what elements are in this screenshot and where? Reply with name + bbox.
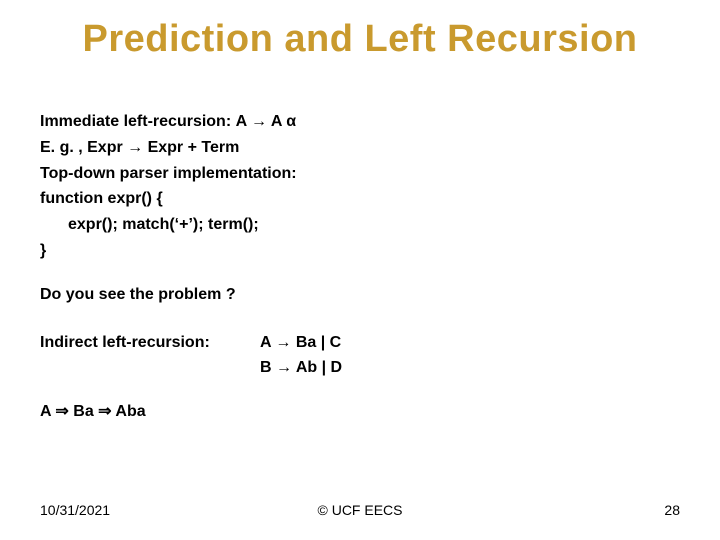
slide-body: Immediate left-recursion: A → A α E. g. … <box>40 110 680 426</box>
indirect-row: Indirect left-recursion: A → Ba | C B → … <box>40 331 680 383</box>
slide-footer: 10/31/2021 © UCF EECS 28 <box>40 502 680 518</box>
line-question: Do you see the problem ? <box>40 283 680 308</box>
derivation: A ⇒ Ba ⇒ Aba <box>40 400 680 425</box>
line-func-body: expr(); match(‘+’); term(); <box>40 213 680 238</box>
line-immediate-lr-rule: A → A α <box>236 113 297 130</box>
rule-a: A → Ba | C <box>260 331 680 356</box>
line-topdown: Top-down parser implementation: <box>40 162 680 187</box>
rule-b: B → Ab | D <box>260 356 680 381</box>
line-immediate-lr-text: Immediate left-recursion: <box>40 113 236 130</box>
indirect-rules: A → Ba | C B → Ab | D <box>260 331 680 383</box>
spacer <box>40 382 680 400</box>
spacer <box>40 265 680 283</box>
slide-title: Prediction and Left Recursion <box>0 18 720 61</box>
line-example: E. g. , Expr → Expr + Term <box>40 136 680 161</box>
line-immediate-lr: Immediate left-recursion: A → A α <box>40 110 680 135</box>
slide: Prediction and Left Recursion Immediate … <box>0 0 720 540</box>
footer-copyright: © UCF EECS <box>40 502 680 518</box>
spacer <box>40 309 680 331</box>
line-func-close: } <box>40 239 680 264</box>
line-func-open: function expr() { <box>40 187 680 212</box>
indirect-label: Indirect left-recursion: <box>40 331 260 382</box>
